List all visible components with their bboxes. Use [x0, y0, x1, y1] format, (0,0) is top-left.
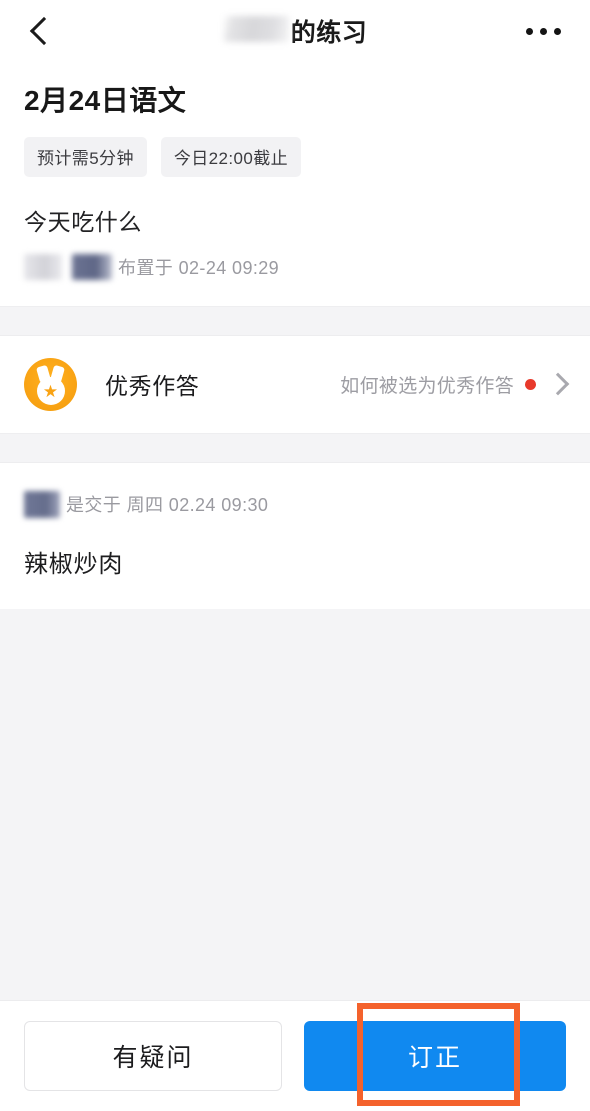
- excellent-answer-action[interactable]: 如何被选为优秀作答: [340, 371, 572, 398]
- section-divider: [0, 305, 590, 336]
- blurred-student-avatar: [24, 490, 60, 518]
- assignment-card: 2月24日语文 预计需5分钟 今日22:00截止 今天吃什么 布置于 02-24…: [0, 62, 590, 306]
- submitted-time-text: 是交于 周四 02.24 09:30: [66, 495, 269, 516]
- blurred-student-name: [222, 16, 289, 42]
- medal-star-glyph: ★: [42, 381, 59, 401]
- more-horizontal-icon-dot: [525, 27, 533, 35]
- tag-estimated-time: 预计需5分钟: [24, 136, 147, 177]
- empty-area: [0, 608, 590, 1009]
- excellent-answer-row[interactable]: ★ 优秀作答 如何被选为优秀作答: [0, 335, 590, 433]
- page-title-suffix: 的练习: [290, 19, 368, 47]
- answer-text: 辣椒炒肉: [24, 550, 124, 578]
- medal-star-icon: ★: [24, 357, 77, 411]
- answer-card: 是交于 周四 02.24 09:30 辣椒炒肉: [0, 462, 590, 609]
- app-screen: 的练习 2月24日语文 预计需5分钟 今日22:00截止 今天吃什么 布置于 0…: [0, 0, 590, 1111]
- correct-button[interactable]: 订正: [304, 1021, 566, 1091]
- excellent-answer-hint: 如何被选为优秀作答: [340, 375, 514, 397]
- more-horizontal-icon-dot: [539, 27, 547, 35]
- tag-deadline: 今日22:00截止: [160, 136, 302, 177]
- assignment-tags: 预计需5分钟 今日22:00截止: [24, 136, 566, 177]
- red-dot-badge: [525, 378, 536, 390]
- chevron-right-icon: [546, 372, 570, 396]
- assigned-time-text: 布置于 02-24 09:29: [118, 257, 280, 278]
- more-horizontal-icon-dot: [553, 27, 561, 35]
- assigned-meta-row: 布置于 02-24 09:29: [24, 253, 566, 306]
- assignment-title: 2月24日语文: [24, 85, 187, 116]
- more-options-button[interactable]: [516, 9, 570, 53]
- bottom-action-bar: 有疑问 订正: [0, 1000, 590, 1111]
- submitted-meta-row: 是交于 周四 02.24 09:30: [24, 490, 566, 518]
- navigation-bar: 的练习: [0, 0, 590, 62]
- blurred-avatar: [24, 253, 62, 280]
- excellent-answer-label: 优秀作答: [105, 373, 200, 400]
- blurred-teacher-name: [72, 253, 112, 280]
- page-title: 的练习: [0, 10, 590, 52]
- section-divider: [0, 432, 590, 463]
- question-text: 今天吃什么: [24, 208, 142, 235]
- question-button[interactable]: 有疑问: [24, 1021, 282, 1091]
